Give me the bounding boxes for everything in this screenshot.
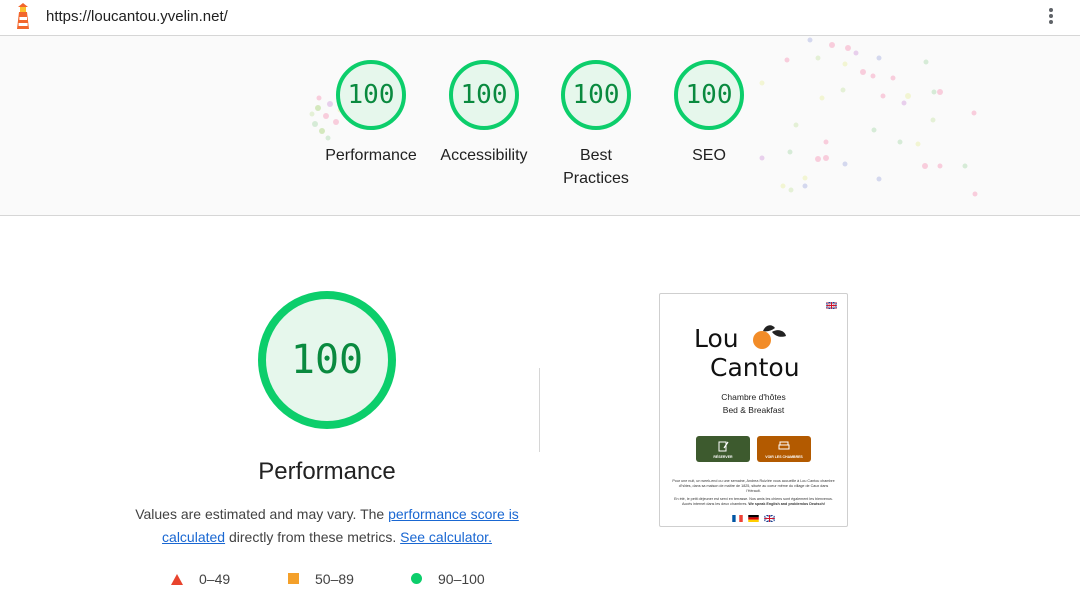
reserve-button[interactable]: RÉSERVER: [696, 436, 750, 462]
see-calculator-link[interactable]: See calculator.: [400, 529, 492, 545]
tagline-fr: Chambre d'hôtes: [721, 392, 786, 402]
score-ring: 100: [449, 60, 519, 130]
intro-paragraph: Pour une nuit, un week-end ou une semain…: [672, 479, 835, 493]
page-url: https://loucantou.yvelin.net/: [46, 8, 228, 25]
uk-flag-icon: [764, 515, 775, 522]
score-ring: 100: [561, 60, 631, 130]
gauge-accessibility[interactable]: 100 Accessibility: [428, 60, 540, 167]
bed-icon: [778, 441, 790, 450]
gauge-best-practices[interactable]: 100 Best Practices: [540, 60, 652, 190]
gauge-label: Accessibility: [440, 147, 528, 164]
french-flag-icon: [732, 515, 743, 522]
score-ring: 100: [336, 60, 406, 130]
gauge-label: Performance: [325, 147, 417, 164]
lighthouse-icon: [17, 3, 29, 29]
performance-score-gauge: 100: [258, 291, 396, 429]
score-summary: 100 Performance 100 Accessibility 100 Be…: [0, 36, 1080, 216]
uk-flag-icon: [826, 302, 837, 309]
score-ring: 100: [674, 60, 744, 130]
rooms-button[interactable]: VOIR LES CHAMBRES: [757, 436, 811, 462]
gauge-label: Best Practices: [563, 147, 629, 187]
brand-line-1: Lou: [694, 324, 739, 353]
tagline-en: Bed & Breakfast: [722, 405, 785, 415]
performance-description: Values are estimated and may vary. The p…: [135, 506, 519, 545]
gauge-label: SEO: [692, 147, 726, 164]
german-flag-icon: [748, 515, 759, 522]
performance-title: Performance: [258, 458, 396, 485]
triangle-icon: [171, 574, 183, 585]
gauge-seo[interactable]: 100 SEO: [653, 60, 765, 167]
top-bar: https://loucantou.yvelin.net/: [0, 0, 1080, 36]
info-paragraph: En été, le petit déjeuner est servi en t…: [674, 497, 833, 506]
kebab-menu-icon[interactable]: [1043, 6, 1059, 30]
divider: [539, 368, 540, 452]
brand-line-2: Cantou: [710, 353, 800, 382]
circle-icon: [411, 573, 422, 584]
page-screenshot-thumbnail[interactable]: Lou Cantou Chambre d'hôtes Bed & Breakfa…: [659, 293, 848, 527]
gauge-performance[interactable]: 100 Performance: [315, 60, 427, 167]
orange-fruit-icon: [753, 325, 786, 349]
square-icon: [288, 573, 299, 584]
pencil-icon: [718, 441, 729, 452]
